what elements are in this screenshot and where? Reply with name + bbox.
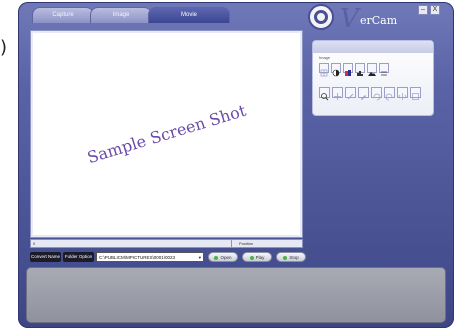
- convert-name-button[interactable]: Convert Name: [30, 252, 61, 262]
- tools-group-label: Image: [319, 55, 331, 60]
- status-bar: 0 Position: [30, 239, 303, 248]
- image-tools-panel: Image: [312, 40, 434, 116]
- position-label: Position: [239, 241, 254, 246]
- preview-viewport[interactable]: Sample Screen Shot: [30, 30, 303, 238]
- path-value: C:\PUBLICM\MPICTURES\0001\0023: [99, 255, 176, 260]
- eyedropper-icon[interactable]: [358, 87, 369, 100]
- stop-label: Stop: [289, 255, 299, 260]
- stop-dot-icon: [283, 255, 288, 260]
- tab-movie[interactable]: Movie: [148, 7, 230, 23]
- play-dot-icon: [249, 255, 254, 260]
- minimize-button[interactable]: –: [418, 5, 428, 15]
- levels-icon[interactable]: [379, 63, 389, 76]
- stop-button[interactable]: Stop: [276, 252, 306, 262]
- open-label: Open: [220, 255, 232, 260]
- tab-image[interactable]: Image: [90, 7, 152, 23]
- status-value: 0: [33, 241, 36, 246]
- open-dot-icon: [214, 255, 219, 260]
- histogram-icon[interactable]: [355, 63, 365, 76]
- app-logo-icon: [308, 4, 334, 30]
- path-select[interactable]: C:\PUBLICM\MPICTURES\0001\0023 ▾: [96, 252, 204, 262]
- chevron-down-icon[interactable]: ▾: [199, 253, 201, 263]
- brand-name: erCam: [360, 14, 398, 27]
- zoom-icon[interactable]: [319, 87, 330, 101]
- folder-option-button[interactable]: Folder Option: [63, 252, 94, 262]
- frame-icon[interactable]: [410, 87, 421, 100]
- grid-icon[interactable]: [319, 63, 329, 77]
- close-button[interactable]: X: [430, 5, 440, 15]
- brand-initial: V: [340, 4, 359, 34]
- color-balance-icon[interactable]: [343, 63, 353, 76]
- flip-icon[interactable]: [397, 87, 408, 100]
- pen-icon[interactable]: [345, 87, 356, 100]
- rotate-left-icon[interactable]: [371, 87, 382, 101]
- left-bracket: ): [0, 37, 8, 58]
- contrast-icon[interactable]: [331, 63, 341, 77]
- watermark-text: Sample Screen Shot: [85, 100, 249, 168]
- play-button[interactable]: Play: [242, 252, 272, 262]
- open-button[interactable]: Open: [208, 252, 238, 262]
- tab-capture[interactable]: Capture: [32, 7, 94, 23]
- landscape-icon[interactable]: [367, 63, 377, 76]
- tools-panel-header: [313, 41, 433, 53]
- move-icon[interactable]: [332, 87, 343, 100]
- rotate-right-icon[interactable]: [384, 87, 395, 101]
- play-label: Play: [255, 255, 265, 260]
- status-divider: [231, 240, 232, 248]
- app-window: Capture Image Movie V erCam – X Sample S…: [18, 2, 454, 328]
- bottom-panel: [26, 267, 446, 323]
